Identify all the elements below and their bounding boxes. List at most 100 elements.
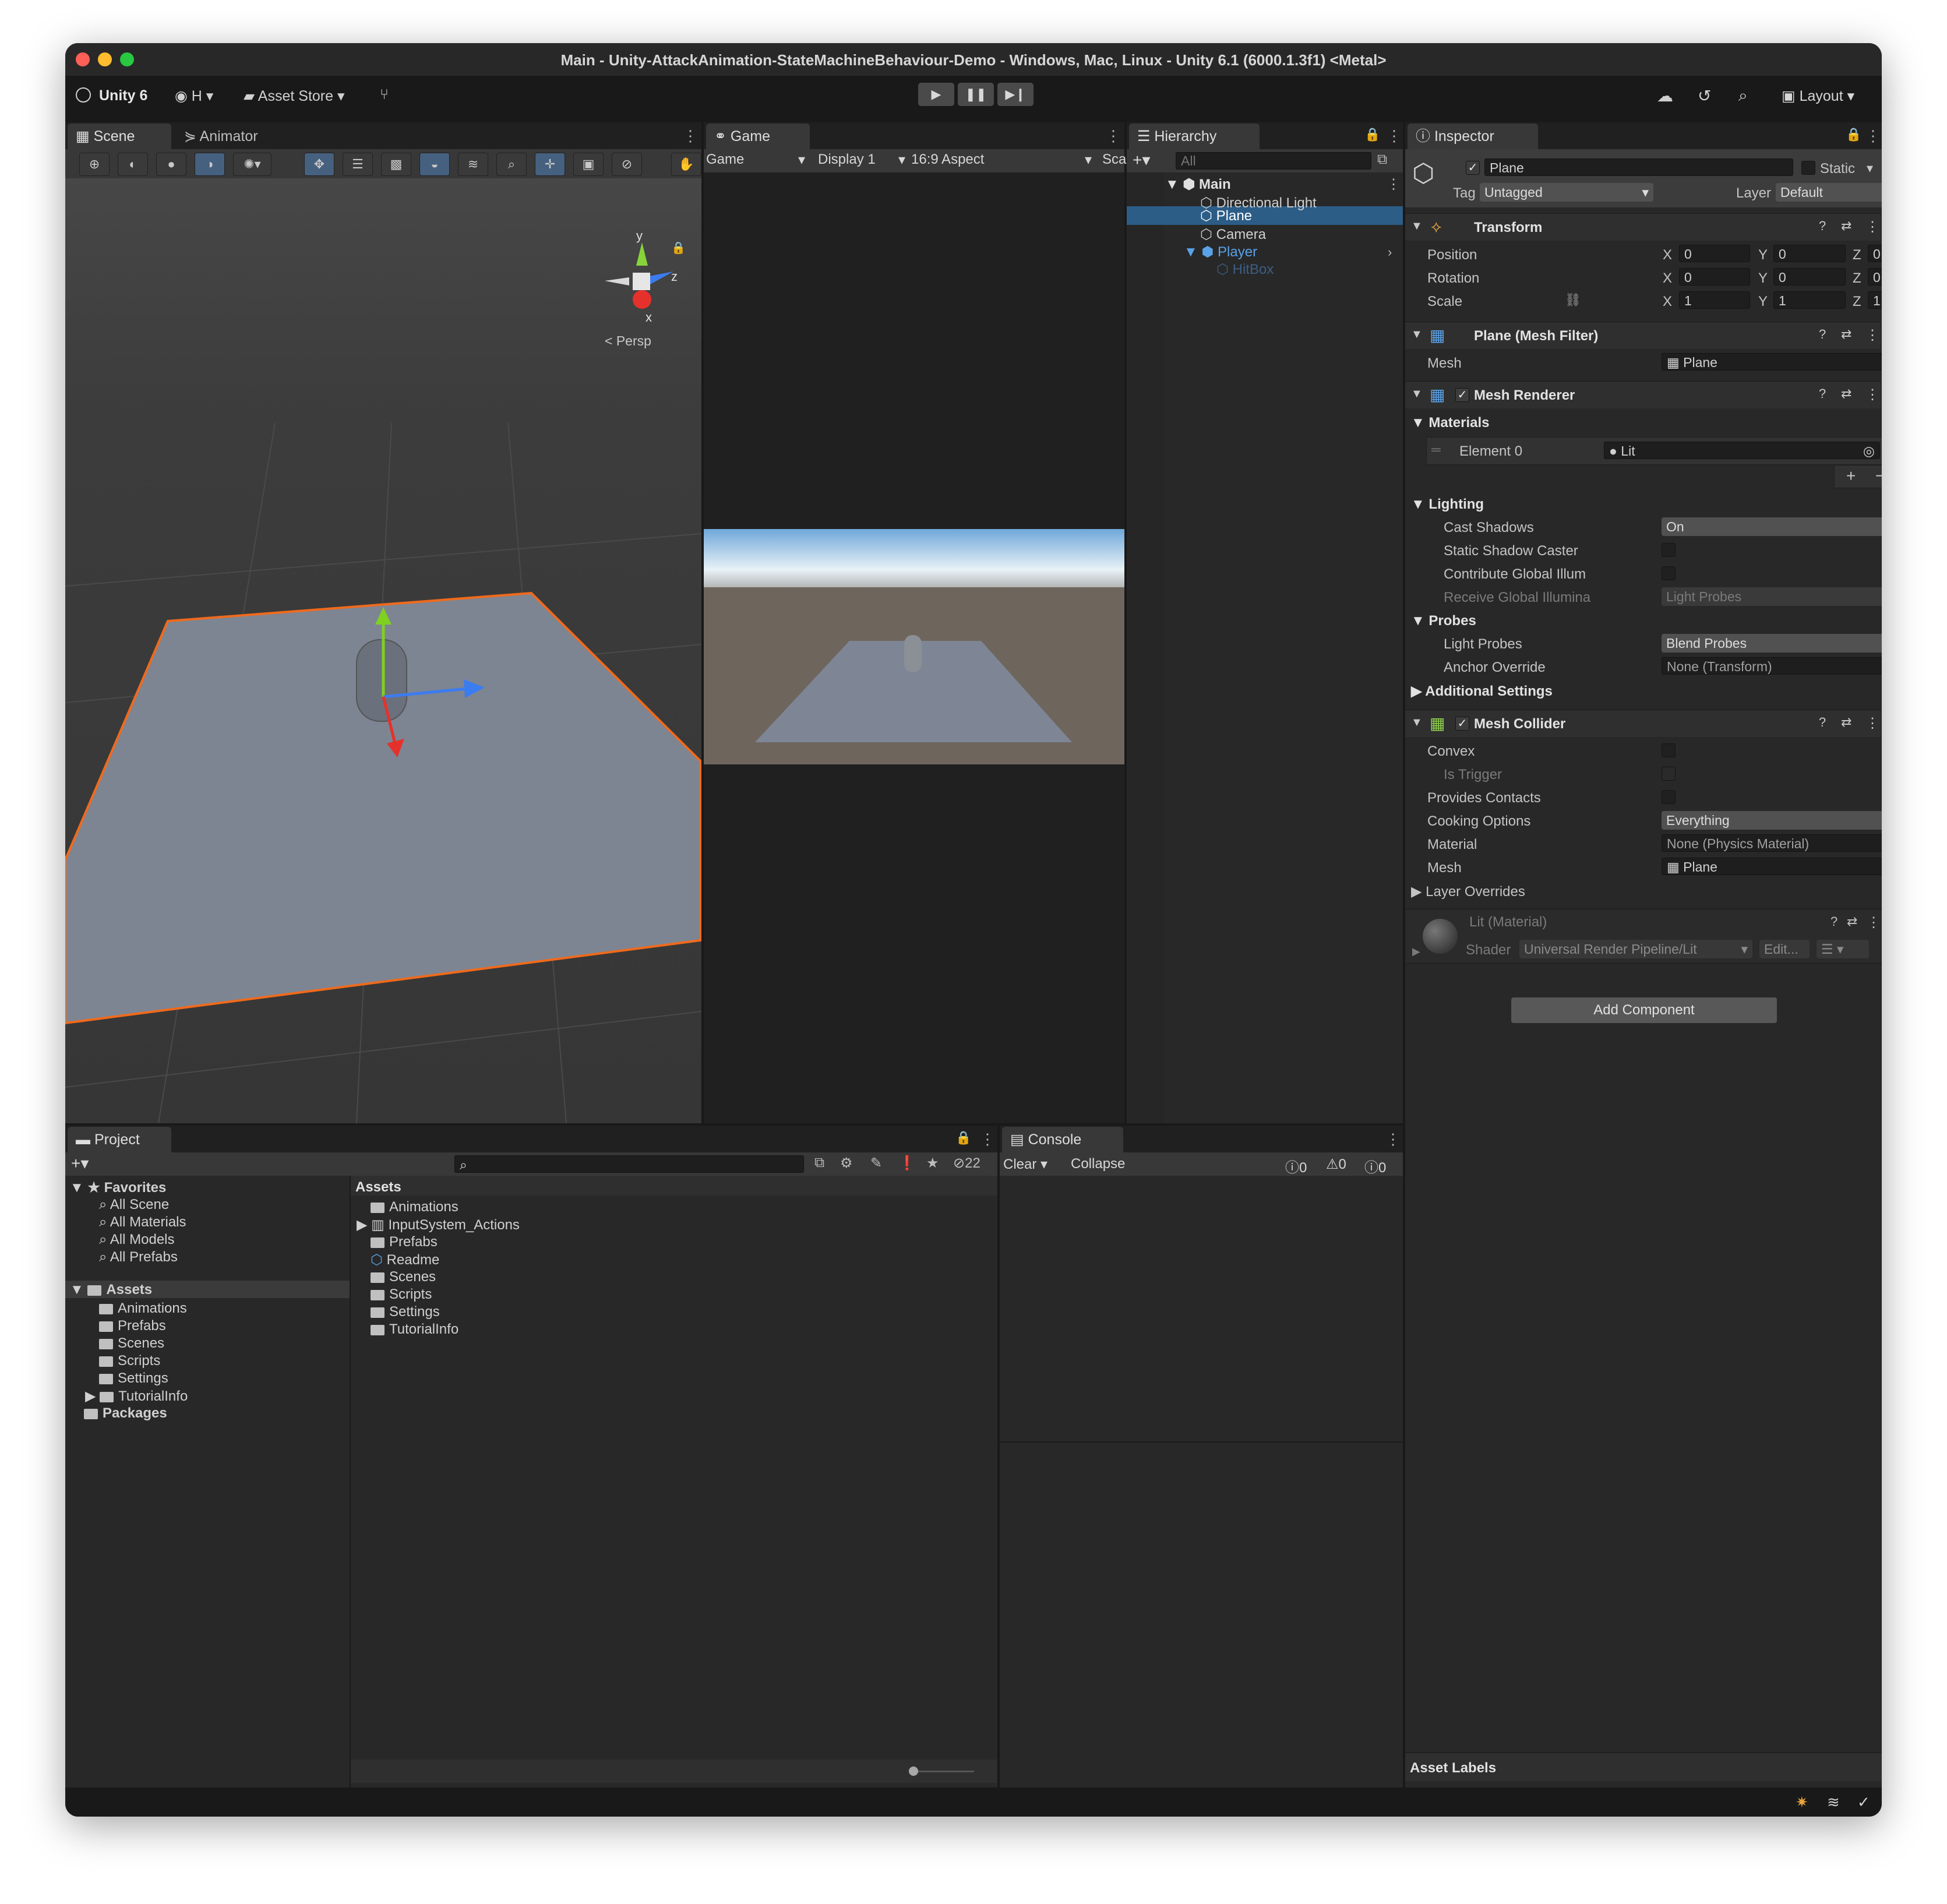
lock-icon[interactable]: 🔒 (955, 1130, 971, 1145)
create-dropdown[interactable]: +▾ (1133, 150, 1150, 170)
shading-mode-icon[interactable]: ◑ (195, 153, 225, 176)
materials-foldout[interactable]: ▼ Materials (1411, 415, 1489, 431)
breadcrumb-assets[interactable]: Assets (355, 1179, 401, 1196)
add-element-icon[interactable]: + (1846, 467, 1856, 485)
play-button[interactable]: ▶ (918, 83, 954, 106)
tab-scene[interactable]: ▦ Scene (68, 124, 171, 149)
scale-slider-label[interactable]: Sca (1102, 151, 1126, 168)
tree-folder-item[interactable]: Scenes (99, 1335, 164, 1352)
favorite-item[interactable]: ⌕ All Scene (99, 1197, 169, 1213)
zoom-icon[interactable]: ⌕ (496, 153, 527, 176)
cooking-options-dropdown[interactable]: Everything▾ (1662, 811, 1882, 830)
preset-icon[interactable]: ⇄ (1841, 715, 1851, 730)
tab-console[interactable]: ▤ Console (1002, 1127, 1123, 1152)
mesh-renderer-header[interactable]: ▼ ▦ ✓ Mesh Renderer ? ⇄ ⋮ (1405, 381, 1881, 408)
check-circle-icon[interactable]: ✓ (1857, 1793, 1870, 1811)
position-x-field[interactable]: 0 (1679, 245, 1750, 262)
transform-header[interactable]: ▼ ⟡ Transform ? ⇄ ⋮ (1405, 213, 1881, 241)
snap-settings-icon[interactable]: ☰ (343, 153, 373, 176)
inspector-more-icon[interactable]: ⋮ (1865, 127, 1881, 145)
shader-options-icon[interactable]: ☰ ▾ (1817, 940, 1869, 958)
add-component-button[interactable]: Add Component (1511, 997, 1777, 1023)
active-checkbox[interactable]: ✓ (1466, 161, 1480, 175)
tree-folder-item[interactable]: Prefabs (99, 1318, 166, 1334)
contribute-gi-checkbox[interactable] (1662, 566, 1676, 580)
hidden-packages-toggle[interactable]: ⊘22 (953, 1155, 980, 1172)
layer-dropdown[interactable]: Default▾ (1776, 183, 1882, 202)
favorite-item[interactable]: ⌕ All Prefabs (99, 1249, 178, 1265)
cloud-icon[interactable]: ☁ (1657, 86, 1673, 105)
mesh-filter-mesh-field[interactable]: ▦ Plane◎ (1662, 353, 1882, 371)
scene-more-icon[interactable]: ⋮ (1387, 176, 1401, 193)
scene-viewport[interactable]: y z x 🔒 < Persp (65, 178, 701, 1123)
clear-button[interactable]: Clear ▾ (1003, 1156, 1047, 1173)
tree-folder-item[interactable]: ▶ TutorialInfo (85, 1388, 188, 1405)
convex-checkbox[interactable] (1662, 743, 1676, 757)
hand-tool-icon[interactable]: ✋ (671, 153, 701, 176)
mesh-renderer-enabled-checkbox[interactable]: ✓ (1455, 388, 1469, 402)
mesh-collider-header[interactable]: ▼ ▦ ✓ Mesh Collider ? ⇄ ⋮ (1405, 710, 1881, 737)
camera-settings-icon[interactable]: ▣ (573, 153, 604, 176)
asset-item[interactable]: Scripts (371, 1286, 432, 1303)
component-more-icon[interactable]: ⋮ (1865, 386, 1879, 403)
mesh-filter-header[interactable]: ▼ ▦ Plane (Mesh Filter) ? ⇄ ⋮ (1405, 322, 1881, 349)
log-type-filter-icon[interactable]: ❗ (898, 1155, 916, 1172)
project-more-icon[interactable]: ⋮ (980, 1130, 995, 1148)
2d-toggle-icon[interactable]: ◐ (118, 153, 148, 176)
collider-mesh-field[interactable]: ▦ Plane◎ (1662, 858, 1882, 875)
cast-shadows-dropdown[interactable]: On▾ (1662, 517, 1882, 536)
pivot-icon[interactable]: ✛ (535, 153, 565, 176)
lock-icon[interactable]: 🔒 (671, 242, 686, 255)
favorite-item[interactable]: ⌕ All Materials (99, 1214, 186, 1230)
hierarchy-more-icon[interactable]: ⋮ (1387, 127, 1402, 145)
gizmos-icon[interactable]: ⊘ (612, 153, 642, 176)
object-name-field[interactable]: Plane (1484, 158, 1793, 176)
layers-icon[interactable]: ≋ (458, 153, 488, 176)
search-by-type-icon[interactable]: ⧉ (814, 1155, 824, 1171)
favorite-item[interactable]: ⌕ All Models (99, 1232, 175, 1248)
console-log-list[interactable] (1000, 1176, 1403, 1441)
account-button[interactable]: ◉ H ▾ (175, 87, 213, 105)
additional-settings-foldout[interactable]: ▶ Additional Settings (1411, 683, 1553, 700)
preset-icon[interactable]: ⇄ (1841, 386, 1851, 401)
component-more-icon[interactable]: ⋮ (1865, 715, 1879, 732)
open-prefab-chevron-icon[interactable]: › (1388, 245, 1392, 260)
asset-item[interactable]: Animations (371, 1199, 458, 1215)
project-search-input[interactable]: ⌕ (454, 1155, 804, 1173)
component-more-icon[interactable]: ⋮ (1865, 327, 1879, 344)
tab-inspector[interactable]: ⓘ Inspector (1408, 124, 1538, 149)
tab-game[interactable]: ⚭ Game (706, 124, 810, 149)
rotation-z-field[interactable]: 0 (1868, 268, 1882, 285)
help-icon[interactable]: ? (1819, 715, 1826, 730)
warning-filter-toggle[interactable]: ⚠0 (1326, 1156, 1346, 1173)
hierarchy-item-plane[interactable]: ⬡ Plane (1200, 207, 1252, 224)
lock-icon[interactable]: 🔒 (1846, 127, 1861, 142)
search-by-type-icon[interactable]: ⧉ (1377, 151, 1387, 168)
game-more-icon[interactable]: ⋮ (1106, 127, 1121, 145)
account-label[interactable]: Unity 6 (99, 87, 147, 104)
edit-shader-button[interactable]: Edit... (1759, 940, 1810, 958)
effects-dropdown-icon[interactable]: ✺▾ (233, 153, 271, 176)
remove-element-icon[interactable]: − (1875, 467, 1882, 485)
asset-item[interactable]: Prefabs (371, 1234, 438, 1250)
layer-overrides-foldout[interactable]: ▶ Layer Overrides (1411, 883, 1525, 900)
constrain-proportions-icon[interactable]: ⛓ (1565, 292, 1581, 308)
layout-dropdown[interactable]: ▣ Layout ▾ (1782, 87, 1854, 105)
progress-stack-icon[interactable]: ≋ (1827, 1793, 1840, 1811)
assets-foldout[interactable]: ▼ Assets (70, 1282, 152, 1298)
rotation-y-field[interactable]: 0 (1773, 268, 1846, 285)
tag-dropdown[interactable]: Untagged ▾ (1480, 183, 1653, 202)
asset-store-button[interactable]: ▰ Asset Store ▾ (244, 87, 345, 105)
component-more-icon[interactable]: ⋮ (1865, 218, 1879, 235)
static-shadow-caster-checkbox[interactable] (1662, 543, 1676, 557)
lighting-toggle-icon[interactable]: ● (156, 153, 186, 176)
static-checkbox[interactable] (1801, 161, 1815, 175)
draw-mode-icon[interactable]: ⊕ (79, 153, 110, 176)
asset-item[interactable]: TutorialInfo (371, 1321, 458, 1338)
favorite-star-icon[interactable]: ★ (926, 1155, 939, 1172)
collider-material-field[interactable]: None (Physics Material)◎ (1662, 834, 1882, 852)
hierarchy-search-input[interactable] (1176, 152, 1371, 170)
collapse-toggle[interactable]: Collapse (1071, 1156, 1125, 1172)
rotation-x-field[interactable]: 0 (1679, 268, 1750, 285)
tree-folder-item[interactable]: Scripts (99, 1353, 160, 1369)
